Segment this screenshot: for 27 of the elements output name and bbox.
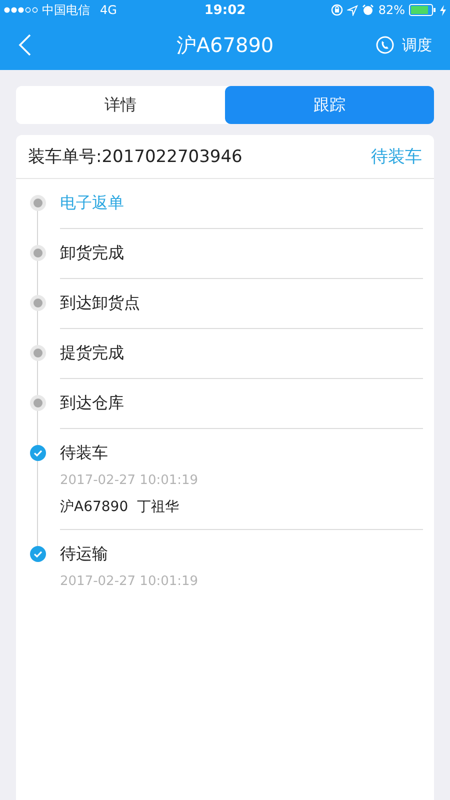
dispatch-button[interactable]: 调度: [372, 32, 436, 58]
step-time: 2017-02-27 10:01:19: [60, 574, 200, 589]
status-time: 19:02: [204, 2, 246, 18]
step-title: 待装车: [60, 442, 109, 464]
battery-percent: 82%: [378, 3, 406, 17]
location-icon: [347, 4, 358, 16]
network-label: 4G: [100, 3, 117, 17]
step-title: 电子返单: [60, 192, 125, 214]
step-title: 到达卸货点: [60, 292, 141, 314]
signal-icon: [4, 7, 38, 13]
step-title: 提货完成: [60, 342, 125, 364]
alarm-icon: [362, 4, 374, 16]
step-title: 待运输: [60, 543, 109, 565]
back-icon: [18, 33, 32, 57]
order-status: 待装车: [371, 146, 422, 168]
order-number: 装车单号:2017022703946: [28, 146, 242, 168]
step-title: 卸货完成: [60, 242, 125, 264]
battery-icon: [409, 4, 436, 16]
step-time: 2017-02-27 10:01:19: [60, 473, 200, 488]
tab[interactable]: 跟踪: [225, 86, 434, 124]
phone-icon: [376, 36, 394, 54]
charging-icon: [440, 4, 446, 16]
rotation-lock-icon: [331, 4, 344, 16]
step-detail: 沪A67890 丁祖华: [60, 498, 180, 516]
step-title: 到达仓库: [60, 392, 125, 414]
carrier-label: 中国电信: [42, 2, 90, 18]
page-title: 沪A67890: [176, 32, 274, 58]
